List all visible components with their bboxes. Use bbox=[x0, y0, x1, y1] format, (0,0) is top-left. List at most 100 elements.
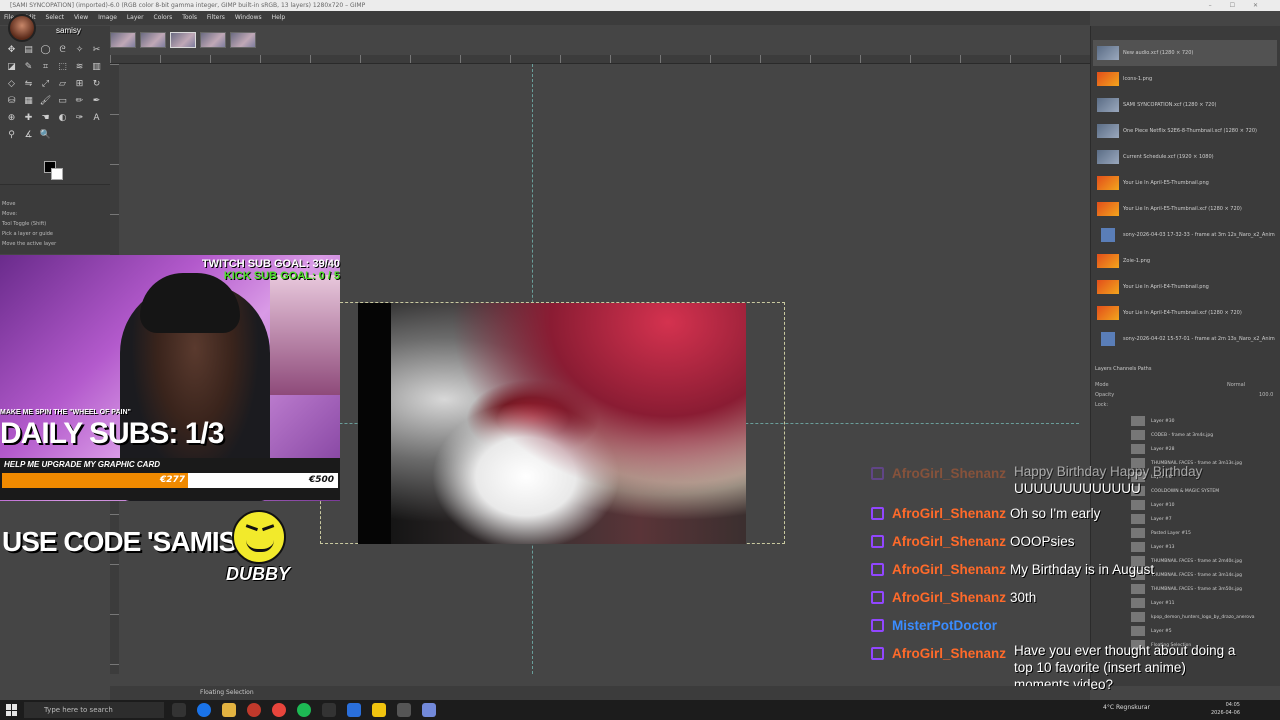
taskbar-clock[interactable]: 04:05 2026-04-06 bbox=[1180, 701, 1240, 717]
image-list-item[interactable]: sony-2026-04-02 15-57-01 - frame at 2m 1… bbox=[1093, 326, 1277, 352]
twitch-badge-icon bbox=[871, 507, 884, 520]
gradient-tool-icon[interactable]: ▦ bbox=[20, 93, 37, 109]
fuzzy-select-icon[interactable]: ✧ bbox=[71, 42, 88, 58]
image-list-item[interactable]: Your Lie In April-E5-Thumbnail.xcf (1280… bbox=[1093, 196, 1277, 222]
image-thumbnail bbox=[1097, 46, 1119, 60]
horizontal-ruler[interactable] bbox=[110, 55, 1090, 64]
image-tab[interactable] bbox=[140, 32, 166, 48]
streamer-name: samisy bbox=[56, 26, 81, 35]
unified-transform-icon[interactable]: ⬚ bbox=[54, 59, 71, 75]
crop-tool-icon[interactable]: ⌗ bbox=[37, 59, 54, 75]
image-list-item[interactable]: Zoie-1.png bbox=[1093, 248, 1277, 274]
image-tab[interactable] bbox=[230, 32, 256, 48]
window-controls[interactable]: –☐✕ bbox=[1209, 0, 1276, 11]
image-tab[interactable] bbox=[110, 32, 136, 48]
heal-tool-icon[interactable]: ✚ bbox=[20, 110, 37, 126]
pick-layer-option[interactable]: Pick a layer or guide bbox=[2, 229, 108, 239]
taskbar-search-input[interactable]: Type here to search bbox=[24, 702, 164, 718]
zoom-tool-icon[interactable]: 🔍 bbox=[37, 127, 54, 143]
opera-icon[interactable] bbox=[247, 703, 261, 717]
layer-row[interactable]: Layer #28 bbox=[1131, 442, 1279, 456]
gimp-icon[interactable] bbox=[397, 703, 411, 717]
paintbrush-icon[interactable]: 🖌 bbox=[37, 93, 54, 109]
image-list-item[interactable]: sony-2026-04-03 17-32-33 - frame at 3m 1… bbox=[1093, 222, 1277, 248]
minimize-button[interactable]: – bbox=[1209, 2, 1230, 9]
spotify-icon[interactable] bbox=[297, 703, 311, 717]
ellipse-select-icon[interactable]: ◯ bbox=[37, 42, 54, 58]
edge-icon[interactable] bbox=[197, 703, 211, 717]
image-label: One Piece Netflix S2E6-8-Thumbnail.xcf (… bbox=[1123, 128, 1257, 134]
clone-tool-icon[interactable]: ⊕ bbox=[3, 110, 20, 126]
shear-tool-icon[interactable]: ▱ bbox=[54, 76, 71, 92]
task-view-icon[interactable] bbox=[172, 703, 186, 717]
image-list-item[interactable]: New audio.xcf (1280 × 720) bbox=[1093, 40, 1277, 66]
measure-tool-icon[interactable]: ∡ bbox=[20, 127, 37, 143]
vscode-icon[interactable] bbox=[347, 703, 361, 717]
color-picker-icon[interactable]: ⚲ bbox=[3, 127, 20, 143]
dubby-smiley-logo bbox=[232, 510, 286, 564]
notes-icon[interactable] bbox=[372, 703, 386, 717]
lock-label: Lock: bbox=[1095, 402, 1109, 408]
maximize-button[interactable]: ☐ bbox=[1230, 2, 1253, 9]
mode-select[interactable]: Normal bbox=[1227, 380, 1245, 390]
logo-eye-right bbox=[261, 524, 277, 536]
weather-widget[interactable]: 4°C Regnskurar bbox=[1103, 704, 1150, 711]
perspective-icon[interactable]: ◇ bbox=[3, 76, 20, 92]
rotate-tool-icon[interactable]: ↻ bbox=[88, 76, 105, 92]
menu-filters[interactable]: Filters bbox=[207, 14, 225, 21]
smudge-tool-icon[interactable]: ☚ bbox=[37, 110, 54, 126]
scale-tool-icon[interactable]: ⤢ bbox=[37, 76, 54, 92]
obs-icon[interactable] bbox=[322, 703, 336, 717]
image-list-item[interactable]: Your Lie In April-E4-Thumbnail.png bbox=[1093, 274, 1277, 300]
layer-row[interactable]: Layer #30 bbox=[1131, 414, 1279, 428]
menu-layer[interactable]: Layer bbox=[127, 14, 144, 21]
menu-tools[interactable]: Tools bbox=[182, 14, 197, 21]
image-list-item[interactable]: Your Lie In April-E4-Thumbnail.xcf (1280… bbox=[1093, 300, 1277, 326]
background-color-swatch[interactable] bbox=[51, 168, 63, 180]
text-tool-icon[interactable]: A bbox=[88, 110, 105, 126]
scissors-select-icon[interactable]: ✂ bbox=[88, 42, 105, 58]
tool-toggle-label: Tool Toggle (Shift) bbox=[2, 221, 47, 227]
pencil-icon[interactable]: ✏ bbox=[71, 93, 88, 109]
menu-colors[interactable]: Colors bbox=[154, 14, 173, 21]
foreground-background-colors[interactable] bbox=[44, 161, 64, 181]
menu-windows[interactable]: Windows bbox=[235, 14, 262, 21]
align-tool-icon[interactable]: ▤ bbox=[20, 42, 37, 58]
image-list-item[interactable]: Current Schedule.xcf (1920 × 1080) bbox=[1093, 144, 1277, 170]
chat-text: top 10 favorite (insert anime) bbox=[1014, 660, 1186, 675]
image-list-item[interactable]: Your Lie In April-E5-Thumbnail.png bbox=[1093, 170, 1277, 196]
menu-help[interactable]: Help bbox=[272, 14, 286, 21]
image-tab[interactable] bbox=[200, 32, 226, 48]
chat-username: AfroGirl_Shenanz bbox=[892, 466, 1007, 481]
gpu-goal-track: €277 €500 bbox=[2, 473, 338, 488]
dodge-burn-icon[interactable]: ◐ bbox=[54, 110, 71, 126]
foreground-select-icon[interactable]: ◪ bbox=[3, 59, 20, 75]
layers-panel-tabs[interactable]: Layers Channels Paths bbox=[1091, 364, 1280, 374]
handle-transform-icon[interactable]: ⊞ bbox=[71, 76, 88, 92]
bucket-fill-icon[interactable]: ⛁ bbox=[3, 93, 20, 109]
move-tool-icon[interactable]: ✥ bbox=[3, 42, 20, 58]
canvas-photo-layer[interactable] bbox=[358, 303, 746, 544]
opacity-value[interactable]: 100.0 bbox=[1259, 390, 1273, 400]
windows-start-icon[interactable] bbox=[6, 704, 18, 716]
image-list-item[interactable]: SAMI SYNCOPATION.xcf (1280 × 720) bbox=[1093, 92, 1277, 118]
free-select-icon[interactable]: ᘓ bbox=[54, 42, 71, 58]
image-list-item[interactable]: Icons-1.png bbox=[1093, 66, 1277, 92]
image-label: sony-2026-04-03 17-32-33 - frame at 3m 1… bbox=[1123, 232, 1275, 238]
chrome-icon[interactable] bbox=[272, 703, 286, 717]
eraser-icon[interactable]: ▭ bbox=[54, 93, 71, 109]
ink-tool-icon[interactable]: ✑ bbox=[71, 110, 88, 126]
cage-transform-icon[interactable]: ▥ bbox=[88, 59, 105, 75]
paths-tool-icon[interactable]: ✎ bbox=[20, 59, 37, 75]
file-explorer-icon[interactable] bbox=[222, 703, 236, 717]
twitch-badge-icon bbox=[871, 591, 884, 604]
warp-transform-icon[interactable]: ≋ bbox=[71, 59, 88, 75]
layer-row[interactable]: CODEB - frame at 3m4s.jpg bbox=[1131, 428, 1279, 442]
discord-icon[interactable] bbox=[422, 703, 436, 717]
airbrush-icon[interactable]: ✒ bbox=[88, 93, 105, 109]
close-button[interactable]: ✕ bbox=[1253, 2, 1276, 9]
image-list-item[interactable]: One Piece Netflix S2E6-8-Thumbnail.xcf (… bbox=[1093, 118, 1277, 144]
image-tab-active[interactable] bbox=[170, 32, 196, 48]
flip-tool-icon[interactable]: ⇋ bbox=[20, 76, 37, 92]
move-active-layer-option[interactable]: Move the active layer bbox=[2, 239, 108, 249]
